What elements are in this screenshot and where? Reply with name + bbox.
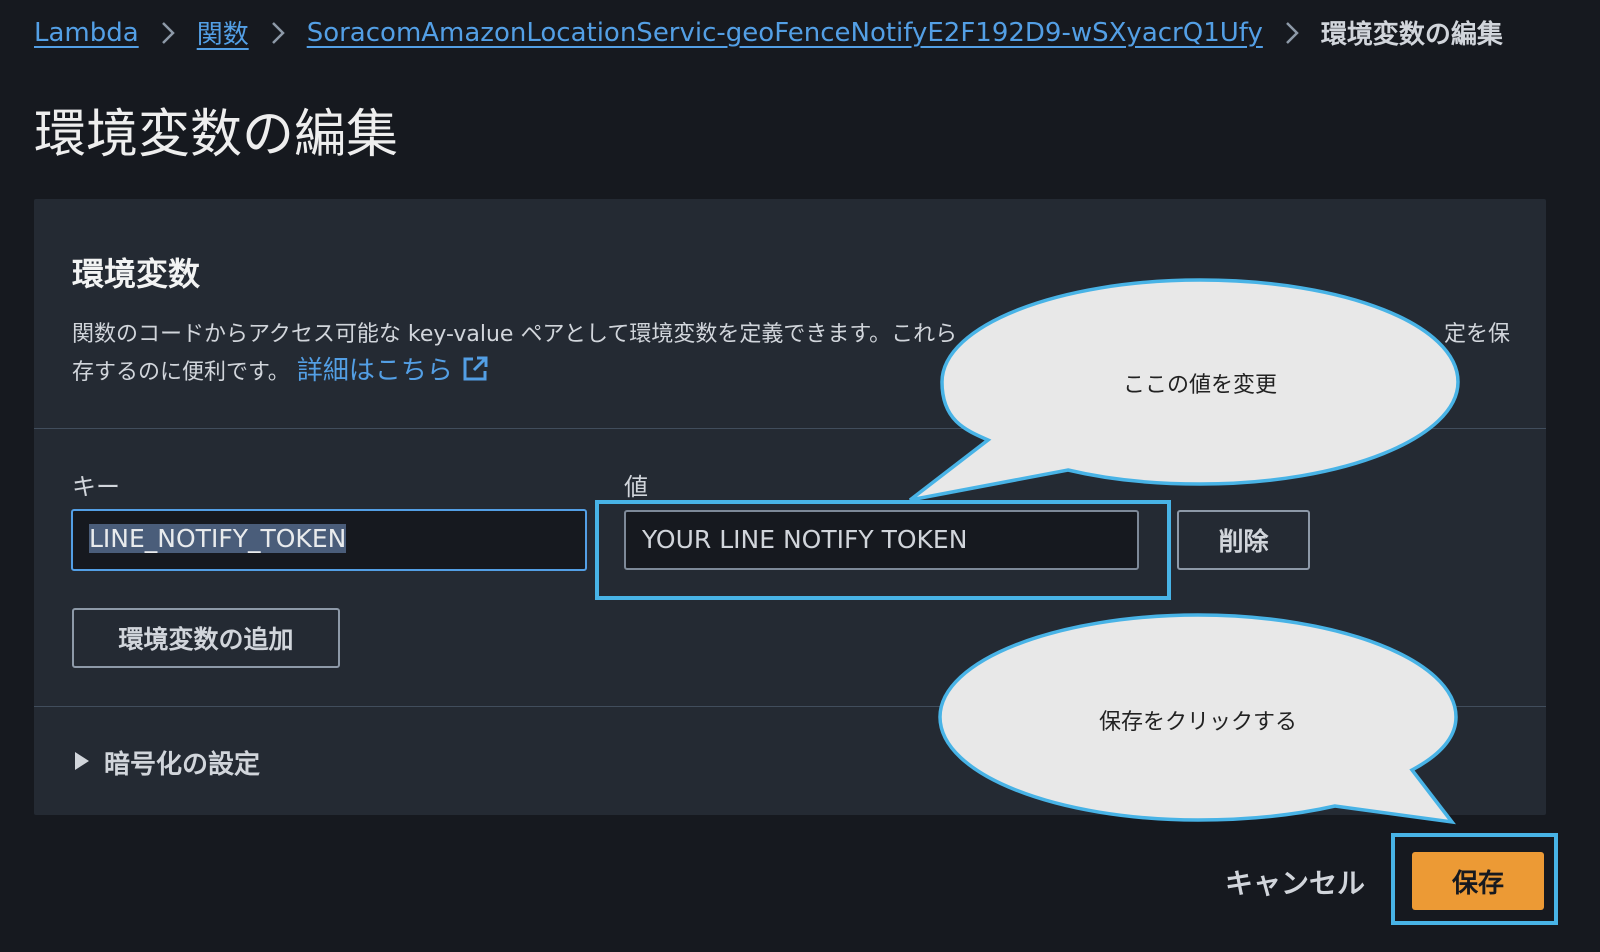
breadcrumb-functions[interactable]: 関数 xyxy=(197,14,249,51)
delete-button[interactable]: 削除 xyxy=(1177,510,1310,570)
key-input[interactable]: LINE_NOTIFY_TOKEN xyxy=(71,509,587,571)
key-input-value: LINE_NOTIFY_TOKEN xyxy=(89,524,347,553)
cancel-button[interactable]: キャンセル xyxy=(1225,862,1365,902)
chevron-right-icon xyxy=(271,20,285,46)
page-title: 環境変数の編集 xyxy=(34,105,399,165)
callout-save-text: 保存をクリックする xyxy=(1098,710,1297,735)
panel-title: 環境変数 xyxy=(72,255,201,293)
page: Lambda 関数 SoracomAmazonLocationServic-ge… xyxy=(0,0,1600,952)
panel-description: 関数のコードからアクセス可能な key-value ペアとして環境変数を定義でき… xyxy=(72,317,1512,393)
description-text-2: 存するのに便利です。 xyxy=(72,360,290,385)
caret-right-icon xyxy=(74,748,90,778)
divider xyxy=(34,706,1546,707)
encryption-settings-expander[interactable]: 暗号化の設定 xyxy=(74,744,260,781)
chevron-right-icon xyxy=(1285,20,1299,46)
description-text-1-end: 定を保 xyxy=(1444,322,1511,347)
breadcrumb: Lambda 関数 SoracomAmazonLocationServic-ge… xyxy=(34,14,1503,51)
learn-more-label: 詳細はこちら xyxy=(296,356,453,386)
save-button[interactable]: 保存 xyxy=(1412,852,1544,910)
learn-more-link[interactable]: 詳細はこちら xyxy=(297,356,489,386)
external-link-icon xyxy=(461,355,489,393)
chevron-right-icon xyxy=(161,20,175,46)
value-input[interactable]: YOUR LINE NOTIFY TOKEN xyxy=(624,510,1139,570)
add-env-var-button[interactable]: 環境変数の追加 xyxy=(72,608,340,668)
breadcrumb-function-name[interactable]: SoracomAmazonLocationServic-geoFenceNoti… xyxy=(307,18,1263,48)
encryption-settings-label: 暗号化の設定 xyxy=(104,750,261,780)
divider xyxy=(34,428,1546,429)
env-vars-panel: 環境変数 関数のコードからアクセス可能な key-value ペアとして環境変数… xyxy=(34,199,1546,815)
description-text-1: 関数のコードからアクセス可能な key-value ペアとして環境変数を定義でき… xyxy=(72,322,958,347)
key-label: キー xyxy=(72,473,120,501)
breadcrumb-lambda[interactable]: Lambda xyxy=(34,18,139,48)
value-label: 値 xyxy=(624,473,648,501)
breadcrumb-current: 環境変数の編集 xyxy=(1320,20,1503,50)
callout-value-text: ここの値を変更 xyxy=(1122,373,1277,398)
